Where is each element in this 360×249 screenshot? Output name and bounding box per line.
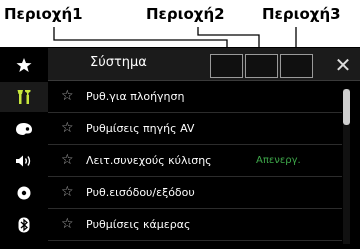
tools-icon <box>17 90 31 104</box>
sidebar-item-video[interactable] <box>0 178 48 208</box>
area1-box[interactable] <box>210 54 243 78</box>
speaker-icon <box>16 155 31 167</box>
list-item-label: Λειτ.συνεχούς κύλισης <box>86 154 212 167</box>
close-button[interactable]: ✕ <box>331 53 355 77</box>
favorite-star-icon[interactable]: ☆ <box>61 216 74 232</box>
list-item-label: Ρυθ.για πλοήγηση <box>86 90 185 103</box>
sidebar-item-system[interactable] <box>0 82 48 112</box>
sidebar-item-audio[interactable] <box>0 146 48 176</box>
sidebar-item-favorites[interactable] <box>0 50 48 80</box>
sidebar-item-bluetooth[interactable] <box>0 210 48 240</box>
scrollbar[interactable] <box>343 89 350 244</box>
star-icon <box>16 58 32 72</box>
favorite-star-icon[interactable]: ☆ <box>61 88 74 104</box>
settings-list: ☆ Ρυθ.για πλοήγηση ☆ Ρυθμίσεις πηγής AV … <box>48 82 348 249</box>
bluetooth-icon <box>18 217 30 233</box>
list-item-value: Απενεργ. <box>256 155 301 166</box>
sidebar <box>0 47 48 249</box>
list-item-continuous-scroll[interactable]: ☆ Λειτ.συνεχούς κύλισης Απενεργ. <box>48 146 342 177</box>
list-item-label: Ρυθμίσεις πηγής AV <box>86 122 195 135</box>
list-item-input-output-settings[interactable]: ☆ Ρυθ.εισόδου/εξόδου <box>48 178 342 209</box>
sidebar-item-theme[interactable] <box>0 114 48 144</box>
page-title: Σύστημα <box>90 55 147 70</box>
area2-box[interactable] <box>245 54 278 78</box>
disc-icon <box>17 186 31 200</box>
favorite-star-icon[interactable]: ☆ <box>61 120 74 136</box>
title-bar: Σύστημα ✕ <box>48 48 360 81</box>
list-item-camera-settings[interactable]: ☆ Ρυθμίσεις κάμερας <box>48 210 342 241</box>
scrollbar-thumb[interactable] <box>343 89 350 125</box>
list-item-navigation-settings[interactable]: ☆ Ρυθ.για πλοήγηση <box>48 82 342 113</box>
device-screen: Σύστημα ✕ ☆ Ρυθ.για πλοήγηση ☆ Ρυθμίσεις… <box>0 47 360 249</box>
list-item-av-source-settings[interactable]: ☆ Ρυθμίσεις πηγής AV <box>48 114 342 145</box>
area3-box[interactable] <box>280 54 313 78</box>
theme-palette-icon <box>16 123 32 135</box>
list-item-label: Ρυθμίσεις κάμερας <box>86 218 191 231</box>
favorite-star-icon[interactable]: ☆ <box>61 184 74 200</box>
list-item-label: Ρυθ.εισόδου/εξόδου <box>86 186 195 199</box>
favorite-star-icon[interactable]: ☆ <box>61 152 74 168</box>
